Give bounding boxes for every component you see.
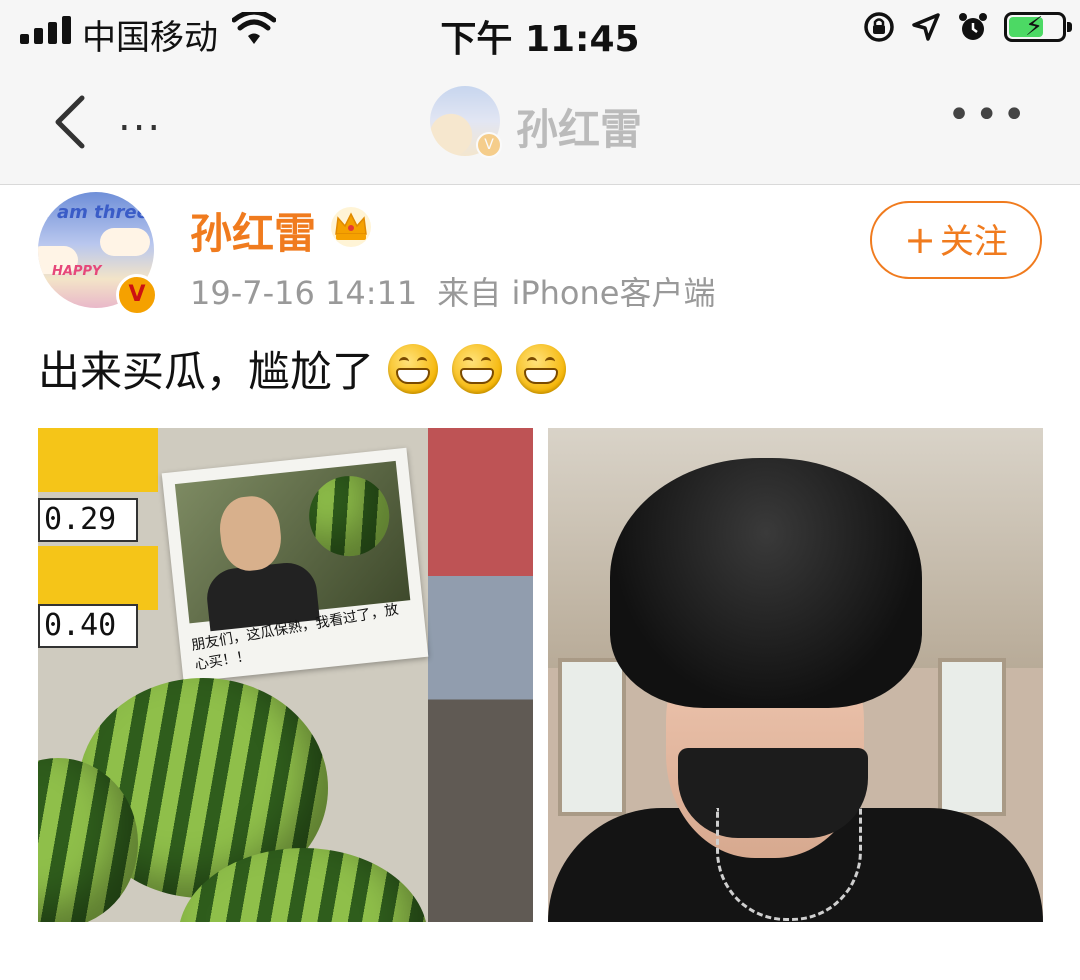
location-icon (912, 13, 940, 41)
post-text: 出来买瓜，尴尬了 (38, 338, 567, 399)
nav-title: 孙红雷 (516, 105, 643, 154)
grin-emoji (388, 343, 439, 394)
avatar-happy-text: HAPPY (52, 264, 102, 279)
nav-avatar: V (430, 86, 502, 158)
selfie-bucket-hat-photo[interactable] (548, 428, 1043, 922)
watermelon-stall-photo[interactable]: 0.29 0.40 朋友们，这瓜保熟，我看过了，放心买！！ (38, 428, 533, 922)
avatar-text: I am three (44, 202, 149, 223)
grin-emoji (516, 343, 567, 394)
verified-icon: V (476, 132, 502, 158)
plus-icon: + (904, 218, 936, 262)
battery-charging-icon: ⚡ (1004, 12, 1072, 42)
follow-label: 关注 (939, 222, 1008, 262)
post-body: 出来买瓜，尴尬了 (38, 347, 375, 396)
nav-more-left[interactable]: ... (118, 94, 162, 140)
status-bar: 中国移动 下午 11:45 ⚡ (0, 0, 1080, 64)
chevron-left-icon[interactable] (44, 92, 104, 152)
grin-emoji (452, 343, 503, 394)
price-tag: 0.40 (38, 604, 138, 648)
price-tag: 0.29 (38, 498, 138, 542)
follow-button[interactable]: + 关注 (870, 201, 1042, 279)
photo-poster: 朋友们，这瓜保熟，我看过了，放心买！！ (161, 447, 429, 683)
crown-icon (331, 207, 371, 247)
rotation-lock-icon (864, 12, 894, 42)
more-options-button[interactable]: ••• (947, 92, 1030, 138)
author-name[interactable]: 孙红雷 (190, 200, 316, 261)
alarm-icon (959, 13, 987, 40)
post-date: 19-7-16 14:11 (190, 274, 418, 312)
verified-badge-icon: V (116, 274, 158, 316)
post-source: 来自 iPhone客户端 (437, 274, 716, 312)
nav-bar: ... V 孙红雷 ••• (0, 64, 1080, 185)
post-meta: 19-7-16 14:11 来自 iPhone客户端 (190, 268, 715, 314)
